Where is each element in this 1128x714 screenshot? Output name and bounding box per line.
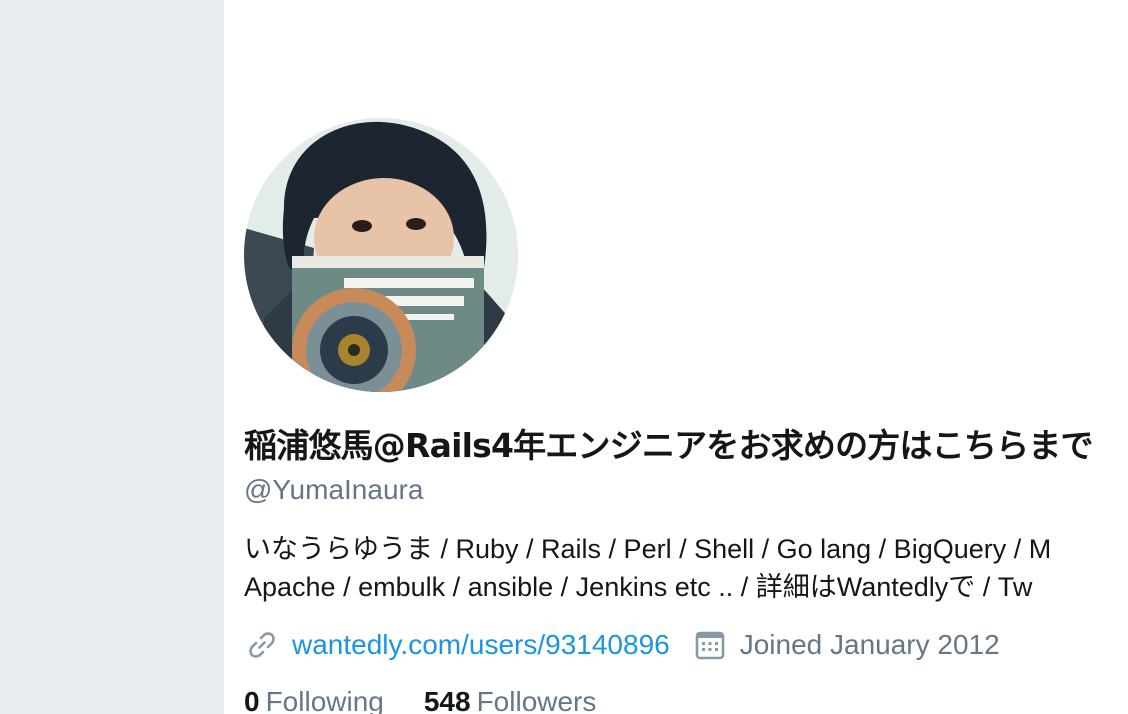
joined-date: Joined January 2012 (692, 627, 1000, 663)
bio-line: Apache / embulk / ansible / Jenkins etc … (244, 572, 1033, 602)
following-count: 0 (244, 686, 260, 714)
website-link[interactable]: wantedly.com/users/93140896 (292, 629, 670, 661)
profile-meta: wantedly.com/users/93140896 Joined Janua… (244, 624, 1000, 666)
left-sidebar (0, 0, 224, 714)
bio-line: いなうらゆうま / Ruby / Rails / Perl / Shell / … (244, 534, 1052, 564)
profile-handle: @YumaInaura (244, 474, 424, 505)
followers-count: 548 (423, 686, 471, 714)
followers-link[interactable]: 548 Followers (424, 680, 597, 714)
profile-main: 稲浦悠馬@Rails4年エンジニアをお求めの方はこちらまで @YumaInaur… (224, 0, 1128, 714)
link-icon (244, 627, 280, 663)
profile-stats: 0 Following 548 Followers (244, 680, 636, 714)
profile-avatar[interactable] (244, 118, 518, 392)
avatar-photo (244, 118, 518, 392)
followers-label: Followers (476, 686, 597, 714)
following-label: Following (265, 686, 384, 714)
calendar-icon (692, 627, 728, 663)
profile-display-name: 稲浦悠馬@Rails4年エンジニアをお求めの方はこちらまで (244, 426, 1094, 465)
following-link[interactable]: 0 Following (244, 680, 384, 714)
joined-text: Joined January 2012 (739, 629, 1000, 660)
profile-bio: いなうらゆうま / Ruby / Rails / Perl / Shell / … (244, 530, 1051, 606)
